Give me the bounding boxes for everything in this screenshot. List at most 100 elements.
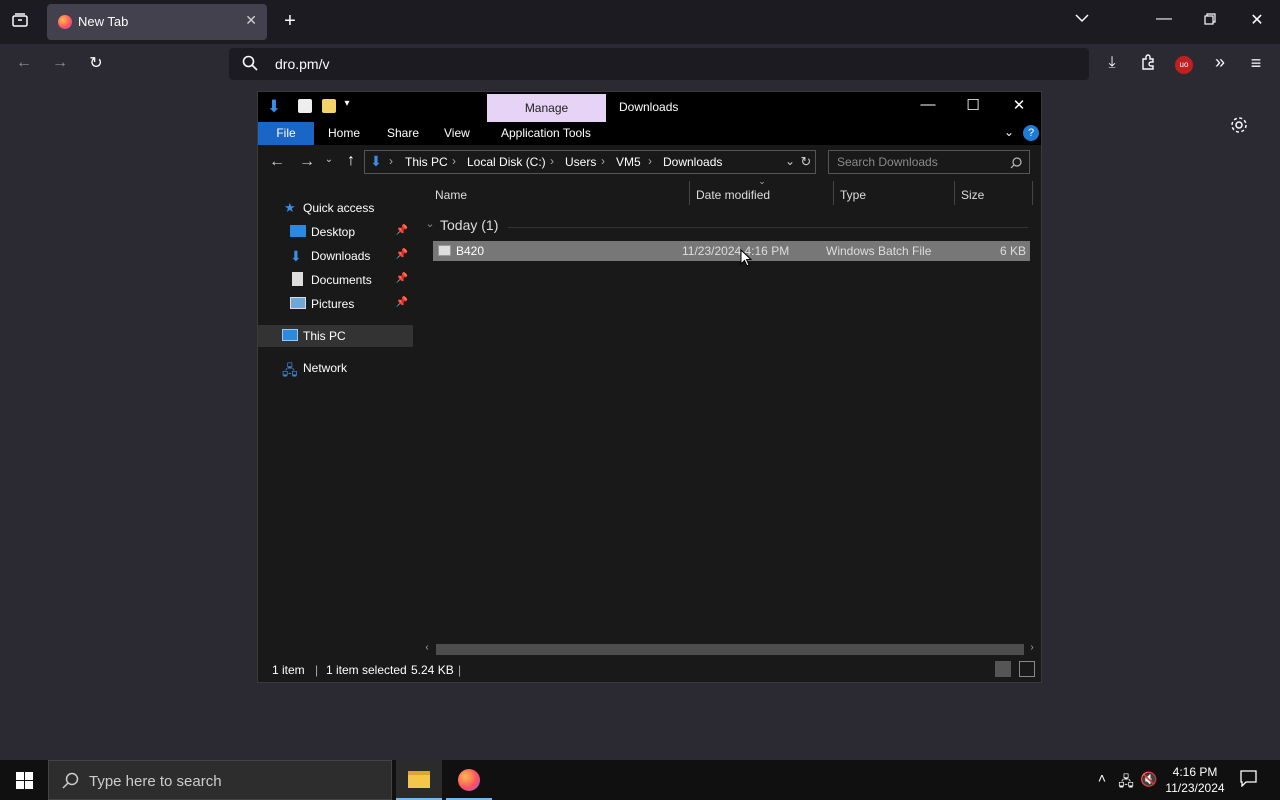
close-window-icon[interactable]: ✕ — [1245, 10, 1269, 30]
nav-item-desktop[interactable]: Desktop 📌 — [258, 221, 413, 243]
refresh-icon[interactable]: ↻ — [799, 154, 813, 170]
address-bar[interactable]: ⬇ › This PC › Local Disk (C:) › Users › … — [364, 150, 816, 174]
tab-home[interactable]: Home — [328, 126, 360, 140]
tab-title: New Tab — [78, 14, 129, 29]
action-center-icon[interactable] — [1238, 770, 1258, 792]
firefox-taskbar-icon[interactable] — [446, 760, 492, 800]
scroll-right-icon[interactable]: › — [1026, 642, 1038, 653]
breadcrumb-separator: › — [550, 154, 554, 168]
scrollbar-thumb[interactable] — [436, 644, 1024, 655]
breadcrumb-local-disk[interactable]: Local Disk (C:) — [467, 155, 546, 169]
column-divider[interactable] — [954, 181, 955, 205]
collapse-group-icon[interactable]: ⌄ — [424, 217, 436, 230]
recent-locations-icon[interactable]: ⌄ — [322, 154, 336, 165]
ublock-icon[interactable]: uo — [1175, 56, 1193, 74]
nav-item-this-pc[interactable]: This PC — [258, 325, 413, 347]
tab-application-tools[interactable]: Application Tools — [501, 126, 591, 140]
downloads-icon[interactable]: ⤓ — [1100, 54, 1124, 72]
nav-item-documents[interactable]: Documents 📌 — [258, 269, 413, 291]
details-view-icon[interactable] — [995, 661, 1011, 677]
back-icon[interactable]: ← — [12, 54, 36, 72]
pin-icon: 📌 — [395, 225, 408, 236]
status-item-count: 1 item — [272, 663, 305, 677]
minimize-icon[interactable]: — — [913, 96, 943, 113]
minimize-icon[interactable]: — — [1152, 10, 1176, 28]
horizontal-scrollbar[interactable]: ‹ › — [418, 642, 1041, 657]
nav-item-downloads[interactable]: ⬇ Downloads 📌 — [258, 245, 413, 267]
nav-label: This PC — [303, 329, 346, 343]
nav-label: Quick access — [303, 201, 375, 215]
properties-icon[interactable] — [298, 99, 312, 113]
breadcrumb-vm5[interactable]: VM5 — [616, 155, 641, 169]
url-bar[interactable]: dro.pm/v — [229, 48, 1089, 80]
settings-gear-icon[interactable] — [1228, 116, 1250, 139]
taskbar-search-placeholder: Type here to search — [89, 773, 222, 790]
up-arrow-icon[interactable]: ↑ — [340, 152, 362, 170]
column-divider[interactable] — [1032, 181, 1033, 205]
address-dropdown-icon[interactable]: ⌄ — [783, 154, 797, 168]
column-divider[interactable] — [833, 181, 834, 205]
new-tab-icon[interactable]: + — [278, 10, 302, 33]
nav-item-pictures[interactable]: Pictures 📌 — [258, 293, 413, 315]
breadcrumb-this-pc[interactable]: This PC — [405, 155, 448, 169]
pin-icon: 📌 — [395, 297, 408, 308]
large-icons-view-icon[interactable] — [1019, 661, 1035, 677]
nav-item-network[interactable]: 🖧 Network — [258, 357, 413, 379]
url-text: dro.pm/v — [275, 56, 330, 72]
document-icon — [292, 272, 303, 286]
file-list-pane: Name ⌄ Date modified Type Size ⌄ Today (… — [418, 176, 1041, 657]
qat-dropdown-icon[interactable]: ▾ — [340, 98, 354, 109]
tab-file[interactable]: File — [258, 122, 314, 145]
help-icon[interactable]: ? — [1023, 125, 1039, 141]
nav-label: Documents — [311, 273, 372, 287]
expand-ribbon-icon[interactable]: ⌄ — [1001, 125, 1017, 139]
column-header-size[interactable]: Size — [961, 188, 984, 202]
address-row: ← → ⌄ ↑ ⬇ › This PC › Local Disk (C:) › … — [258, 145, 1041, 181]
file-size: 6 KB — [999, 244, 1026, 258]
scroll-left-icon[interactable]: ‹ — [421, 642, 433, 653]
breadcrumb-separator: › — [452, 154, 456, 168]
column-header-name[interactable]: Name — [435, 188, 467, 202]
breadcrumb-separator: › — [389, 154, 393, 168]
download-arrow-icon: ⬇ — [290, 248, 302, 264]
tab-share[interactable]: Share — [387, 126, 419, 140]
network-status-icon[interactable]: 🖧 — [1117, 771, 1135, 795]
status-divider: | — [458, 663, 462, 677]
pin-icon: 📌 — [395, 249, 408, 260]
taskbar-clock[interactable]: 4:16 PM 11/23/2024 — [1160, 764, 1230, 796]
file-row[interactable]: B420 11/23/2024 4:16 PM Windows Batch Fi… — [433, 241, 1030, 261]
close-tab-icon[interactable]: ✕ — [245, 12, 257, 29]
forward-arrow-icon[interactable]: → — [296, 153, 318, 171]
volume-muted-icon[interactable]: 🔇 — [1140, 771, 1158, 788]
tab-new-tab[interactable]: New Tab ✕ — [47, 4, 267, 40]
maximize-icon[interactable]: ☐ — [958, 96, 988, 114]
menu-icon[interactable]: ≡ — [1244, 53, 1268, 74]
sort-chevron-icon: ⌄ — [758, 176, 766, 186]
close-icon[interactable]: ✕ — [1004, 96, 1034, 114]
file-explorer-taskbar-icon[interactable] — [396, 760, 442, 800]
taskbar-search-input[interactable]: Type here to search — [48, 760, 392, 800]
group-header-today[interactable]: Today (1) — [440, 217, 498, 233]
breadcrumb-users[interactable]: Users — [565, 155, 596, 169]
tab-view[interactable]: View — [444, 126, 470, 140]
column-header-date-modified[interactable]: Date modified — [696, 188, 770, 202]
column-divider[interactable] — [689, 181, 690, 205]
extensions-icon[interactable] — [1136, 54, 1160, 75]
breadcrumb-separator: › — [601, 154, 605, 168]
column-header-type[interactable]: Type — [840, 188, 866, 202]
overflow-chevron-icon[interactable]: » — [1208, 52, 1232, 73]
show-hidden-icons-icon[interactable]: ˄ — [1094, 770, 1110, 786]
file-type: Windows Batch File — [826, 244, 932, 258]
windows-start-icon[interactable] — [14, 772, 34, 794]
forward-icon[interactable]: → — [48, 54, 72, 72]
list-all-tabs-icon[interactable] — [1070, 10, 1094, 28]
tab-overview-icon[interactable] — [8, 12, 32, 33]
breadcrumb-downloads[interactable]: Downloads — [663, 155, 722, 169]
restore-icon[interactable] — [1198, 12, 1222, 30]
reload-icon[interactable]: ↻ — [84, 53, 108, 73]
back-arrow-icon[interactable]: ← — [266, 153, 288, 171]
nav-item-quick-access[interactable]: ★ Quick access — [258, 197, 413, 219]
tab-manage[interactable]: Manage — [487, 94, 606, 122]
new-folder-icon[interactable] — [322, 99, 336, 113]
search-box[interactable]: Search Downloads — [828, 150, 1030, 174]
